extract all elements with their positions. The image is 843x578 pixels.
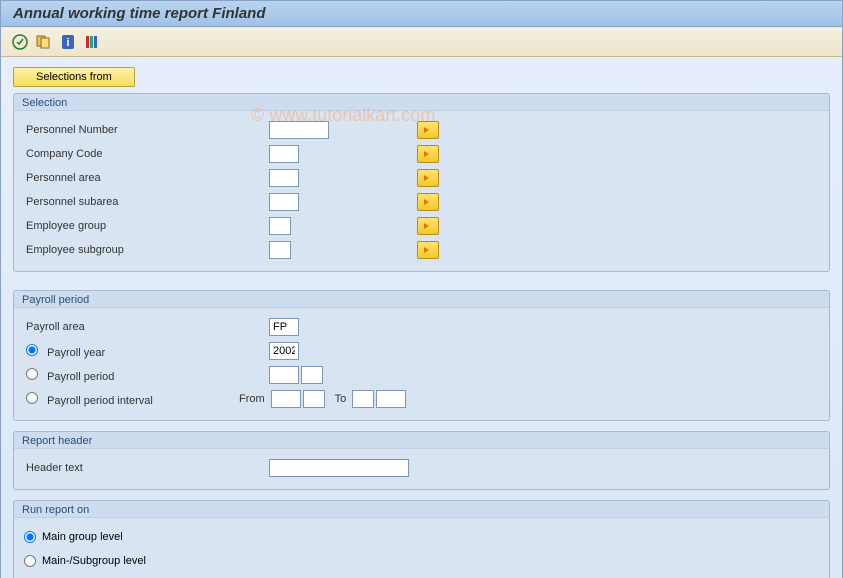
input-payroll-year[interactable] xyxy=(269,342,299,360)
group-selection: Selection Personnel Number Company Code … xyxy=(13,93,830,272)
label-subgroup: Main-/Subgroup level xyxy=(42,555,146,567)
input-personnel-subarea[interactable] xyxy=(269,193,299,211)
radio-payroll-year-text: Payroll year xyxy=(47,347,105,359)
multi-select-employee-group[interactable] xyxy=(417,217,439,235)
label-personnel-number: Personnel Number xyxy=(24,124,269,136)
layout-icon[interactable] xyxy=(83,33,101,51)
multi-select-employee-subgroup[interactable] xyxy=(417,241,439,259)
label-employee-subgroup: Employee subgroup xyxy=(24,244,269,256)
input-payroll-area[interactable] xyxy=(269,318,299,336)
label-payroll-period: Payroll period xyxy=(24,368,269,383)
group-report-header-title: Report header xyxy=(14,432,829,449)
input-interval-from-1[interactable] xyxy=(271,390,301,408)
label-header-text: Header text xyxy=(24,462,269,474)
input-interval-from-2[interactable] xyxy=(303,390,325,408)
multi-select-company-code[interactable] xyxy=(417,145,439,163)
group-selection-title: Selection xyxy=(14,94,829,111)
radio-payroll-period[interactable] xyxy=(26,368,38,380)
group-report-header: Report header Header text xyxy=(13,431,830,490)
info-icon[interactable]: i xyxy=(59,33,77,51)
input-personnel-area[interactable] xyxy=(269,169,299,187)
multi-select-personnel-number[interactable] xyxy=(417,121,439,139)
input-header-text[interactable] xyxy=(269,459,409,477)
input-payroll-period-2[interactable] xyxy=(301,366,323,384)
input-employee-group[interactable] xyxy=(269,217,291,235)
input-company-code[interactable] xyxy=(269,145,299,163)
label-payroll-area: Payroll area xyxy=(24,321,269,333)
input-payroll-period-1[interactable] xyxy=(269,366,299,384)
group-payroll-period: Payroll period Payroll area Payroll year xyxy=(13,290,830,421)
radio-payroll-interval[interactable] xyxy=(26,392,38,404)
svg-text:i: i xyxy=(66,37,69,49)
multi-select-personnel-area[interactable] xyxy=(417,169,439,187)
window-title: Annual working time report Finland xyxy=(1,1,842,27)
multi-select-personnel-subarea[interactable] xyxy=(417,193,439,211)
group-run-report-title: Run report on xyxy=(14,501,829,518)
toolbar: i xyxy=(1,27,842,57)
label-employee-group: Employee group xyxy=(24,220,269,232)
radio-subgroup[interactable] xyxy=(24,555,36,567)
radio-payroll-year[interactable] xyxy=(26,344,38,356)
label-main-group: Main group level xyxy=(42,531,123,543)
group-run-report: Run report on Main group level Main-/Sub… xyxy=(13,500,830,578)
input-interval-to-2[interactable] xyxy=(376,390,406,408)
label-to: To xyxy=(335,393,347,405)
label-personnel-subarea: Personnel subarea xyxy=(24,196,269,208)
radio-payroll-period-text: Payroll period xyxy=(47,371,114,383)
selections-from-button[interactable]: Selections from xyxy=(13,67,135,87)
label-from: From xyxy=(239,393,265,405)
variants-icon[interactable] xyxy=(35,33,53,51)
label-personnel-area: Personnel area xyxy=(24,172,269,184)
execute-icon[interactable] xyxy=(11,33,29,51)
input-interval-to-1[interactable] xyxy=(352,390,374,408)
group-payroll-title: Payroll period xyxy=(14,291,829,308)
label-company-code: Company Code xyxy=(24,148,269,160)
label-payroll-year: Payroll year xyxy=(24,344,269,359)
input-personnel-number[interactable] xyxy=(269,121,329,139)
label-payroll-interval: Payroll period interval xyxy=(24,392,239,407)
radio-payroll-interval-text: Payroll period interval xyxy=(47,395,153,407)
input-employee-subgroup[interactable] xyxy=(269,241,291,259)
radio-main-group[interactable] xyxy=(24,531,36,543)
